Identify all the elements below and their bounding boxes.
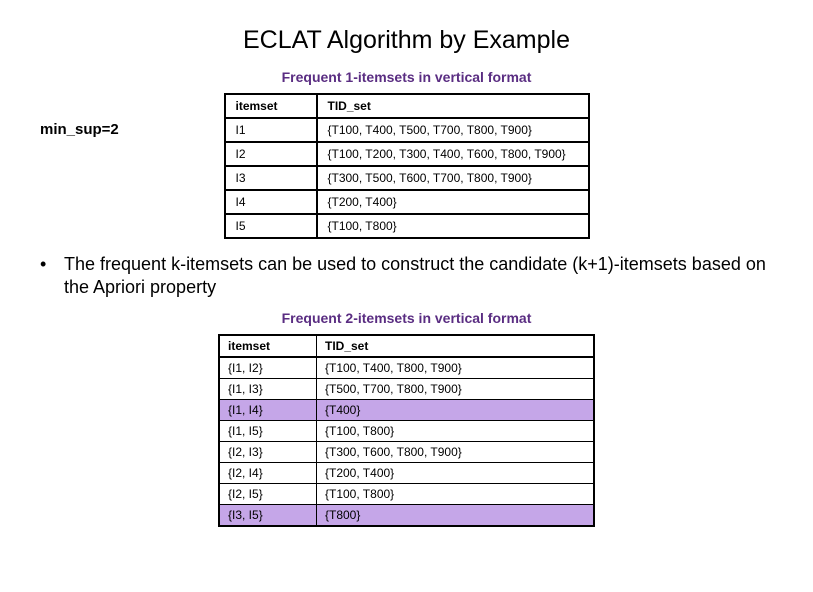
- cell-itemset: {I1, I2}: [219, 357, 317, 379]
- table1-header-itemset: itemset: [225, 94, 317, 118]
- cell-tidset: {T800}: [317, 504, 595, 526]
- frequent-2-itemsets-table: itemset TID_set {I1, I2}{T100, T400, T80…: [218, 334, 595, 527]
- cell-tidset: {T300, T500, T600, T700, T800, T900}: [317, 166, 589, 190]
- cell-itemset: {I3, I5}: [219, 504, 317, 526]
- table2-header-itemset: itemset: [219, 335, 317, 357]
- table-row: {I3, I5}{T800}: [219, 504, 594, 526]
- cell-tidset: {T200, T400}: [317, 462, 595, 483]
- cell-itemset: {I2, I3}: [219, 441, 317, 462]
- cell-tidset: {T100, T200, T300, T400, T600, T800, T90…: [317, 142, 589, 166]
- table-row: I5{T100, T800}: [225, 214, 589, 238]
- table-row: {I1, I4}{T400}: [219, 399, 594, 420]
- cell-itemset: I1: [225, 118, 317, 142]
- cell-tidset: {T100, T400, T500, T700, T800, T900}: [317, 118, 589, 142]
- cell-tidset: {T100, T400, T800, T900}: [317, 357, 595, 379]
- cell-tidset: {T300, T600, T800, T900}: [317, 441, 595, 462]
- table-row: {I1, I5}{T100, T800}: [219, 420, 594, 441]
- table-row: {I1, I2}{T100, T400, T800, T900}: [219, 357, 594, 379]
- table-row: I1{T100, T400, T500, T700, T800, T900}: [225, 118, 589, 142]
- cell-tidset: {T400}: [317, 399, 595, 420]
- cell-itemset: {I2, I4}: [219, 462, 317, 483]
- table2-header-tidset: TID_set: [317, 335, 595, 357]
- cell-itemset: {I1, I3}: [219, 378, 317, 399]
- table-row: {I1, I3}{T500, T700, T800, T900}: [219, 378, 594, 399]
- table-row: {I2, I3}{T300, T600, T800, T900}: [219, 441, 594, 462]
- cell-tidset: {T200, T400}: [317, 190, 589, 214]
- cell-tidset: {T100, T800}: [317, 214, 589, 238]
- table1-wrap: min_sup=2 itemset TID_set I1{T100, T400,…: [0, 93, 813, 239]
- cell-itemset: {I1, I4}: [219, 399, 317, 420]
- bullet-dot: •: [40, 253, 64, 300]
- cell-tidset: {T500, T700, T800, T900}: [317, 378, 595, 399]
- table-row: {I2, I5}{T100, T800}: [219, 483, 594, 504]
- frequent-1-itemsets-table: itemset TID_set I1{T100, T400, T500, T70…: [224, 93, 590, 239]
- table-row: {I2, I4}{T200, T400}: [219, 462, 594, 483]
- cell-itemset: {I2, I5}: [219, 483, 317, 504]
- cell-itemset: I4: [225, 190, 317, 214]
- table2-wrap: itemset TID_set {I1, I2}{T100, T400, T80…: [0, 334, 813, 527]
- bullet-text: The frequent k-itemsets can be used to c…: [64, 253, 773, 300]
- subtitle-1: Frequent 1-itemsets in vertical format: [0, 69, 813, 85]
- cell-tidset: {T100, T800}: [317, 420, 595, 441]
- table1-header-tidset: TID_set: [317, 94, 589, 118]
- cell-itemset: I2: [225, 142, 317, 166]
- cell-tidset: {T100, T800}: [317, 483, 595, 504]
- page-title: ECLAT Algorithm by Example: [0, 26, 813, 55]
- table-row: I3{T300, T500, T600, T700, T800, T900}: [225, 166, 589, 190]
- min-sup-label: min_sup=2: [40, 121, 119, 138]
- table-row: I4{T200, T400}: [225, 190, 589, 214]
- subtitle-2: Frequent 2-itemsets in vertical format: [0, 310, 813, 326]
- cell-itemset: I3: [225, 166, 317, 190]
- body-bullet: • The frequent k-itemsets can be used to…: [40, 253, 773, 300]
- table-row: I2{T100, T200, T300, T400, T600, T800, T…: [225, 142, 589, 166]
- cell-itemset: I5: [225, 214, 317, 238]
- cell-itemset: {I1, I5}: [219, 420, 317, 441]
